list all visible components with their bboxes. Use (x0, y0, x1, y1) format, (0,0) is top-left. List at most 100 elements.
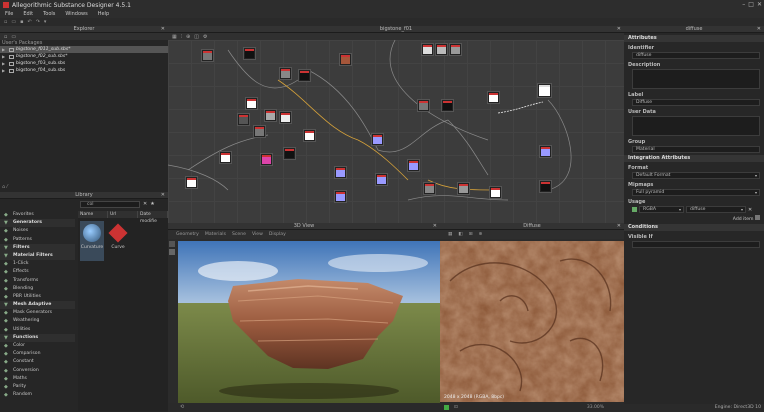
menu-materials[interactable]: Materials (205, 232, 226, 237)
menu-geometry[interactable]: Geometry (176, 232, 199, 237)
menu-scene[interactable]: Scene (232, 232, 246, 237)
graph-node[interactable] (340, 54, 351, 65)
color-swatch[interactable] (444, 404, 449, 410)
menu-help[interactable]: Help (98, 11, 109, 17)
category-item[interactable]: ▼ Functions (0, 333, 75, 342)
channel-icon[interactable]: ◧ (458, 232, 462, 237)
group-field[interactable]: Material (632, 146, 760, 153)
tile-icon[interactable]: ⊞ (469, 232, 473, 237)
category-item[interactable]: ◆ Effects (0, 268, 75, 276)
graph-node[interactable] (408, 160, 419, 171)
zoom-value[interactable]: 33.00% (587, 405, 604, 410)
light-icon[interactable] (169, 249, 175, 255)
close-icon[interactable]: ✕ (161, 26, 165, 33)
close-icon[interactable]: ✕ (617, 26, 621, 33)
menu-windows[interactable]: Windows (65, 11, 87, 17)
category-item[interactable]: ◆ Blending (0, 285, 75, 293)
graph-node[interactable] (244, 48, 255, 59)
category-item[interactable]: ◆ Patterns (0, 236, 75, 244)
category-item[interactable]: ◆ Conversion (0, 367, 75, 375)
menu-edit[interactable]: Edit (23, 11, 33, 17)
category-item[interactable]: ▼ Material Filters (0, 251, 75, 261)
graph-node[interactable] (284, 148, 295, 159)
package-item[interactable]: ▶ bigstone_f03_sub.sbs (0, 60, 168, 67)
save-icon[interactable]: ▪ (20, 19, 23, 25)
graph-node[interactable] (246, 98, 257, 109)
maximize-button[interactable]: □ (748, 1, 754, 8)
new-package-icon[interactable]: ▫ (4, 34, 7, 40)
add-icon[interactable] (755, 215, 760, 220)
menu-view[interactable]: View (252, 232, 263, 237)
3d-viewport[interactable] (178, 241, 440, 403)
open-package-icon[interactable]: ▭ (11, 34, 16, 40)
graph-node[interactable] (254, 126, 265, 137)
graph-node[interactable] (335, 191, 346, 202)
fit-icon[interactable]: ⊡ (454, 405, 458, 410)
frame-icon[interactable]: ◫ (194, 34, 199, 40)
mipmaps-select[interactable]: Full pyramid ▾ (632, 189, 760, 196)
package-item[interactable]: ▶ bigstone_f011_sub.sbs* (0, 46, 168, 53)
category-item[interactable]: ◆ Transforms (0, 277, 75, 285)
reset-camera-icon[interactable]: ⟲ (180, 404, 184, 410)
library-search-input[interactable]: col (80, 200, 140, 208)
graph-node[interactable] (442, 100, 453, 111)
category-item[interactable]: ◆ Constant (0, 358, 75, 366)
close-icon[interactable]: ✕ (433, 223, 437, 230)
graph-node[interactable] (202, 50, 213, 61)
minimize-button[interactable]: – (742, 1, 745, 8)
close-icon[interactable]: ✕ (617, 223, 621, 230)
options-icon[interactable]: ▾ (44, 19, 47, 25)
category-item[interactable]: ◆ Color (0, 342, 75, 350)
visible-if-field[interactable] (632, 241, 760, 248)
section-integration[interactable]: Integration Attributes (624, 155, 764, 162)
graph-node[interactable] (372, 134, 383, 145)
layout-icon[interactable]: ▦ (172, 34, 177, 40)
column-url[interactable]: Url (108, 211, 138, 218)
graph-node[interactable] (261, 154, 272, 165)
graph-node[interactable] (376, 174, 387, 185)
close-icon[interactable]: ✕ (161, 192, 165, 199)
graph-node[interactable] (450, 44, 461, 55)
search-clear-icon[interactable]: ✕ (143, 201, 147, 207)
zoom-icon[interactable]: ⊕ (186, 34, 190, 40)
graph-node[interactable] (540, 181, 551, 192)
category-item[interactable]: ▼ Generators (0, 219, 75, 228)
graph-node[interactable] (540, 146, 551, 157)
category-item[interactable]: ◆ Mask Generators (0, 309, 75, 317)
category-item[interactable]: ◆ Parity (0, 383, 75, 391)
description-field[interactable] (632, 69, 760, 89)
graph-node[interactable] (436, 44, 447, 55)
favorite-filter-icon[interactable]: ★ (150, 201, 154, 207)
identifier-field[interactable]: diffuse (632, 52, 760, 59)
category-item[interactable]: ◆ Favorites (0, 211, 75, 219)
category-item[interactable]: ▼ Filters (0, 243, 75, 252)
graph-node[interactable] (280, 68, 291, 79)
category-item[interactable]: ◆ PBR Utilities (0, 293, 75, 301)
close-icon[interactable]: ✕ (757, 26, 761, 33)
label-field[interactable]: Diffuse (632, 99, 760, 106)
zoom-fit-icon[interactable]: ⊕ (479, 232, 483, 237)
package-item[interactable]: ▶ bigstone_f04_sub.sbs (0, 67, 168, 74)
graph-canvas[interactable] (168, 40, 624, 223)
graph-node[interactable] (220, 152, 231, 163)
close-button[interactable]: ✕ (757, 1, 762, 8)
camera-icon[interactable] (169, 241, 175, 247)
graph-node[interactable] (424, 183, 435, 194)
column-name[interactable]: Name (78, 211, 108, 218)
usage-channel-select[interactable]: RGBA ▾ (639, 206, 684, 213)
category-item[interactable]: ◆ Maths (0, 375, 75, 383)
category-item[interactable]: ◆ 1-Click (0, 260, 75, 268)
graph-node[interactable] (304, 130, 315, 141)
result-curvature[interactable]: Curvature (80, 221, 104, 261)
graph-node[interactable] (335, 167, 346, 178)
graph-node[interactable] (299, 70, 310, 81)
category-item[interactable]: ◆ Random (0, 391, 75, 399)
graph-node[interactable] (186, 177, 197, 188)
checker-icon[interactable]: ▦ (448, 232, 452, 237)
redo-icon[interactable]: ↷ (36, 19, 40, 25)
category-item[interactable]: ◆ Utilities (0, 326, 75, 334)
result-curve[interactable]: Curve (106, 221, 130, 261)
graph-node[interactable] (280, 112, 291, 123)
usage-value-select[interactable]: diffuse ▾ (686, 206, 746, 213)
graph-node[interactable] (418, 100, 429, 111)
